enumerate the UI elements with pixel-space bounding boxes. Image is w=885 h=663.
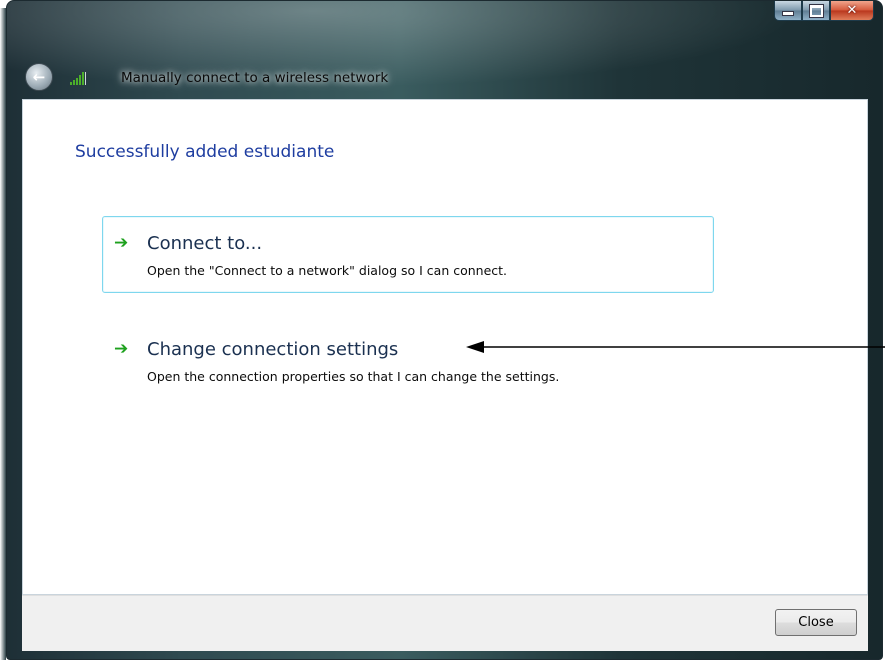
green-arrow-icon: ➔ bbox=[114, 339, 129, 359]
dialog-window: ✕ ← Manually connect to a wireless netwo… bbox=[6, 0, 883, 660]
back-arrow-icon: ← bbox=[32, 68, 46, 86]
maximize-button[interactable] bbox=[802, 1, 830, 21]
option-title: Connect to... bbox=[147, 233, 263, 254]
close-icon: ✕ bbox=[846, 3, 858, 18]
page-heading: Successfully added estudiante bbox=[75, 142, 335, 162]
green-arrow-icon: ➔ bbox=[114, 233, 129, 253]
button-footer: Close bbox=[22, 595, 868, 651]
connect-to-option[interactable]: ➔ Connect to... Open the "Connect to a n… bbox=[102, 216, 714, 293]
close-button[interactable]: Close bbox=[775, 609, 857, 636]
close-window-button[interactable]: ✕ bbox=[830, 1, 874, 21]
minimize-icon bbox=[782, 11, 794, 16]
option-title: Change connection settings bbox=[147, 339, 399, 360]
title-bar: ← Manually connect to a wireless network bbox=[7, 53, 882, 99]
option-description: Open the "Connect to a network" dialog s… bbox=[147, 263, 508, 278]
wireless-signal-icon bbox=[70, 72, 86, 85]
content-area: Successfully added estudiante ➔ Connect … bbox=[22, 99, 868, 595]
option-description: Open the connection properties so that I… bbox=[147, 369, 560, 384]
minimize-button[interactable] bbox=[774, 1, 802, 21]
change-connection-settings-option[interactable]: ➔ Change connection settings Open the co… bbox=[102, 322, 714, 399]
caption-buttons: ✕ bbox=[774, 1, 874, 22]
window-title: Manually connect to a wireless network bbox=[121, 70, 389, 86]
back-button[interactable]: ← bbox=[25, 63, 53, 91]
maximize-icon bbox=[808, 3, 824, 18]
